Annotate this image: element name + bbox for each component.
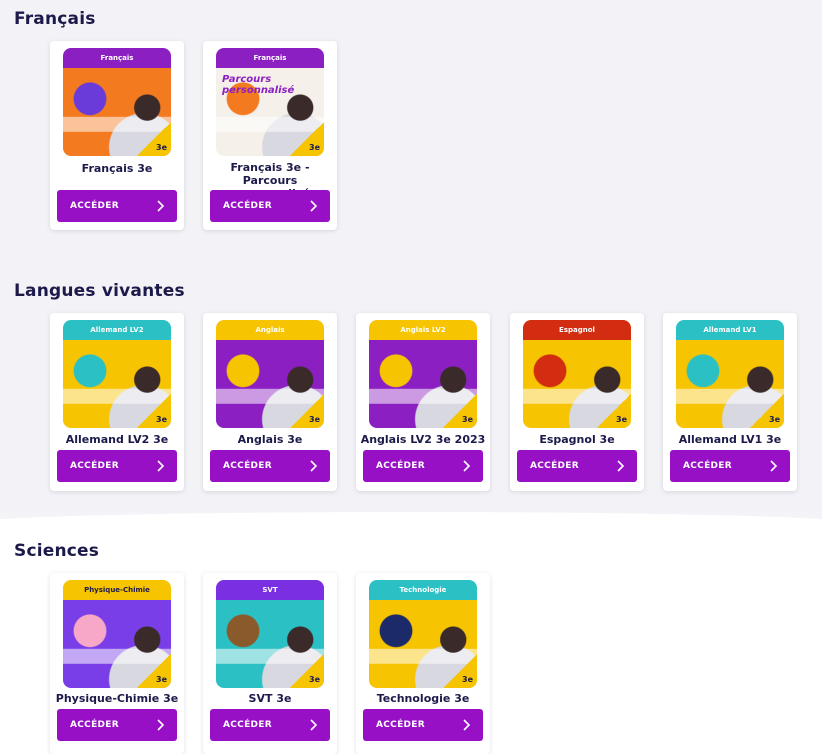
course-cover[interactable]: Physique-Chimie 3e (63, 580, 171, 688)
grade-badge: 3e (750, 394, 784, 428)
course-card-anglais-lv2[interactable]: Anglais LV2 3e Anglais LV2 3e 2023 ACCÉD… (356, 313, 490, 491)
chevron-right-icon (310, 460, 318, 472)
section-title: Français (14, 9, 96, 29)
course-title[interactable]: Technologie 3e (360, 692, 486, 705)
course-title[interactable]: Allemand LV1 3e (667, 433, 793, 446)
button-label: ACCÉDER (223, 720, 272, 730)
chevron-right-icon (770, 460, 778, 472)
course-cover[interactable]: Français Parcours personnalisé 3e (216, 48, 324, 156)
acceder-button[interactable]: ACCÉDER (210, 190, 330, 222)
acceder-button[interactable]: ACCÉDER (363, 450, 483, 482)
chevron-right-icon (157, 460, 165, 472)
course-card-physique-chimie[interactable]: Physique-Chimie 3e Physique-Chimie 3e AC… (50, 573, 184, 754)
course-cover[interactable]: Anglais 3e (216, 320, 324, 428)
course-card-svt[interactable]: SVT 3e SVT 3e ACCÉDER (203, 573, 337, 754)
section-francais: Français Français 3e Français 3e ACCÉDER… (0, 0, 822, 250)
section-title: Langues vivantes (14, 281, 185, 301)
chevron-right-icon (463, 719, 471, 731)
course-card-espagnol[interactable]: Espagnol 3e Espagnol 3e ACCÉDER (510, 313, 644, 491)
course-card-anglais[interactable]: Anglais 3e Anglais 3e ACCÉDER (203, 313, 337, 491)
course-card-allemand-lv2[interactable]: Allemand LV2 3e Allemand LV2 3e ACCÉDER (50, 313, 184, 491)
course-cover[interactable]: Anglais LV2 3e (369, 320, 477, 428)
cover-band: Allemand LV2 (63, 320, 171, 340)
course-card-technologie[interactable]: Technologie 3e Technologie 3e ACCÉDER (356, 573, 490, 754)
grade-badge: 3e (443, 654, 477, 688)
chevron-right-icon (310, 719, 318, 731)
course-title[interactable]: Physique-Chimie 3e (54, 692, 180, 705)
button-label: ACCÉDER (376, 461, 425, 471)
cover-band: Français (216, 48, 324, 68)
grade-badge: 3e (290, 394, 324, 428)
chevron-right-icon (617, 460, 625, 472)
course-card-francais-parcours[interactable]: Français Parcours personnalisé 3e França… (203, 41, 337, 230)
grade-badge: 3e (137, 654, 171, 688)
course-title[interactable]: Anglais 3e (207, 433, 333, 446)
cover-band: Français (63, 48, 171, 68)
acceder-button[interactable]: ACCÉDER (57, 450, 177, 482)
button-label: ACCÉDER (530, 461, 579, 471)
course-cover[interactable]: Allemand LV2 3e (63, 320, 171, 428)
acceder-button[interactable]: ACCÉDER (670, 450, 790, 482)
cover-band: Physique-Chimie (63, 580, 171, 600)
grade-badge: 3e (290, 654, 324, 688)
acceder-button[interactable]: ACCÉDER (210, 709, 330, 741)
grade-badge: 3e (290, 122, 324, 156)
chevron-right-icon (463, 460, 471, 472)
cover-band: Technologie (369, 580, 477, 600)
cover-band: Espagnol (523, 320, 631, 340)
chevron-right-icon (157, 200, 165, 212)
cover-band: Allemand LV1 (676, 320, 784, 340)
course-cover[interactable]: SVT 3e (216, 580, 324, 688)
button-label: ACCÉDER (223, 461, 272, 471)
course-cover[interactable]: Technologie 3e (369, 580, 477, 688)
grade-badge: 3e (137, 122, 171, 156)
cover-overlay-text: Parcours personnalisé (222, 74, 295, 96)
button-label: ACCÉDER (376, 720, 425, 730)
course-title[interactable]: SVT 3e (207, 692, 333, 705)
acceder-button[interactable]: ACCÉDER (517, 450, 637, 482)
button-label: ACCÉDER (223, 201, 272, 211)
grade-badge: 3e (137, 394, 171, 428)
course-title[interactable]: Français 3e (54, 162, 180, 175)
button-label: ACCÉDER (70, 461, 119, 471)
cover-band: Anglais LV2 (369, 320, 477, 340)
cover-band: Anglais (216, 320, 324, 340)
course-title[interactable]: Anglais LV2 3e 2023 (360, 433, 486, 446)
acceder-button[interactable]: ACCÉDER (363, 709, 483, 741)
cover-band: SVT (216, 580, 324, 600)
acceder-button[interactable]: ACCÉDER (57, 190, 177, 222)
course-cover[interactable]: Espagnol 3e (523, 320, 631, 428)
course-title[interactable]: Allemand LV2 3e (54, 433, 180, 446)
button-label: ACCÉDER (70, 720, 119, 730)
course-card-francais[interactable]: Français 3e Français 3e ACCÉDER (50, 41, 184, 230)
chevron-right-icon (157, 719, 165, 731)
course-cover[interactable]: Français 3e (63, 48, 171, 156)
section-sciences: Sciences Physique-Chimie 3e Physique-Chi… (0, 512, 822, 754)
section-langues-vivantes: Langues vivantes Allemand LV2 3e Alleman… (0, 250, 822, 512)
course-title[interactable]: Espagnol 3e (514, 433, 640, 446)
section-title: Sciences (14, 541, 100, 561)
button-label: ACCÉDER (683, 461, 732, 471)
grade-badge: 3e (443, 394, 477, 428)
acceder-button[interactable]: ACCÉDER (210, 450, 330, 482)
chevron-right-icon (310, 200, 318, 212)
course-card-allemand-lv1[interactable]: Allemand LV1 3e Allemand LV1 3e ACCÉDER (663, 313, 797, 491)
acceder-button[interactable]: ACCÉDER (57, 709, 177, 741)
course-cover[interactable]: Allemand LV1 3e (676, 320, 784, 428)
button-label: ACCÉDER (70, 201, 119, 211)
grade-badge: 3e (597, 394, 631, 428)
